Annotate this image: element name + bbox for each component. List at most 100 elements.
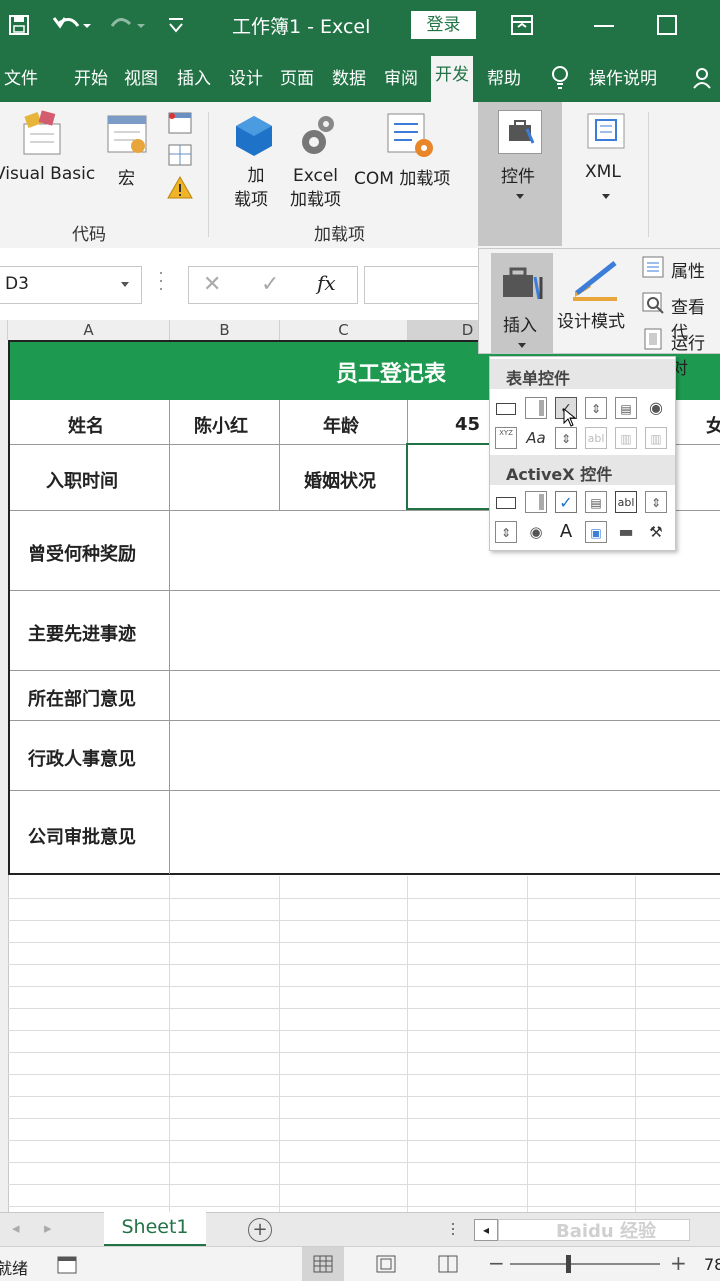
column-header-a[interactable]: A	[8, 320, 170, 340]
normal-view-button[interactable]	[302, 1247, 344, 1281]
com-addins-button[interactable]: COM 加载项	[354, 164, 450, 189]
run-dialog-button[interactable]: 运行对	[671, 329, 720, 379]
insert-control-button[interactable]: 插入	[491, 253, 553, 353]
button-control-icon[interactable]	[495, 397, 517, 419]
activex-list-box-icon[interactable]: ▤	[585, 491, 607, 513]
tab-data[interactable]: 数据	[332, 64, 366, 89]
addins-button[interactable]: 加 载项	[234, 164, 268, 212]
page-layout-icon[interactable]	[376, 1255, 396, 1273]
scroll-bar-icon[interactable]: ⇕	[555, 427, 577, 449]
marital-status-label[interactable]: 婚姻状况	[304, 467, 376, 493]
sheet-tab-sheet1[interactable]: Sheet1	[104, 1212, 206, 1247]
controls-button[interactable]: 控件	[478, 102, 562, 246]
xml-button[interactable]: XML	[585, 162, 621, 182]
more-controls-icon[interactable]: ⚒	[645, 521, 667, 543]
activex-text-box-icon[interactable]: abl	[615, 491, 637, 513]
tab-home[interactable]: 开始	[74, 64, 108, 89]
formula-input[interactable]	[364, 266, 496, 304]
tab-design[interactable]: 设计	[229, 64, 263, 89]
enter-icon[interactable]: ✓	[261, 272, 279, 297]
share-person-icon[interactable]	[692, 66, 720, 90]
deeds-label[interactable]: 主要先进事迹	[28, 620, 136, 646]
column-header-c[interactable]: C	[280, 320, 408, 340]
company-opinion-label[interactable]: 公司审批意见	[28, 823, 136, 849]
tab-file[interactable]: 文件	[4, 64, 38, 89]
save-icon[interactable]	[8, 14, 30, 36]
activex-header-text: ActiveX 控件	[506, 465, 613, 484]
minimize-icon[interactable]	[594, 25, 614, 27]
customize-icon[interactable]	[166, 16, 186, 34]
activex-combo-box-icon[interactable]	[525, 491, 547, 513]
admin-opinion-label[interactable]: 行政人事意见	[28, 745, 136, 771]
zoom-level[interactable]: 78	[704, 1255, 720, 1274]
column-header-b[interactable]: B	[170, 320, 280, 340]
macro-security-icon[interactable]	[166, 174, 194, 202]
spin-button-icon[interactable]: ⇕	[585, 397, 607, 419]
maximize-icon[interactable]	[657, 15, 677, 35]
insert-function-icon[interactable]: fx	[317, 271, 336, 295]
activex-option-button-icon[interactable]: ◉	[525, 521, 547, 543]
add-sheet-icon[interactable]: +	[248, 1218, 272, 1242]
zoom-slider-thumb[interactable]	[566, 1255, 571, 1273]
undo-icon[interactable]	[52, 12, 92, 38]
list-box-icon[interactable]: ▤	[615, 397, 637, 419]
record-macro-icon[interactable]	[166, 110, 194, 138]
login-button[interactable]: 登录	[411, 11, 476, 39]
addins-label-2: 载项	[234, 190, 268, 210]
activex-controls-header: ActiveX 控件	[490, 455, 675, 485]
scroll-right-icon[interactable]: ▸	[44, 1219, 52, 1237]
name-label[interactable]: 姓名	[68, 412, 104, 438]
combo-box-icon[interactable]	[525, 397, 547, 419]
tab-insert[interactable]: 插入	[177, 64, 211, 89]
label-control-icon[interactable]: Aa	[525, 427, 547, 449]
redo-icon[interactable]	[106, 12, 150, 38]
tab-developer[interactable]: 开发	[431, 56, 473, 102]
hire-date-label[interactable]: 入职时间	[46, 467, 118, 493]
macro-button[interactable]: 宏	[118, 164, 135, 189]
baidu-watermark: Baidu 经验	[556, 1221, 657, 1242]
zoom-out-icon[interactable]: −	[488, 1251, 505, 1275]
age-label[interactable]: 年龄	[323, 412, 359, 438]
activex-checkbox-icon[interactable]: ✓	[555, 491, 577, 513]
page-break-preview-icon[interactable]	[438, 1255, 458, 1273]
ribbon-display-icon[interactable]	[510, 14, 534, 36]
drag-handle-icon[interactable]	[160, 272, 162, 274]
splitter-handle-icon[interactable]	[452, 1223, 454, 1225]
select-all-corner[interactable]	[0, 320, 8, 340]
scroll-left-icon[interactable]: ◂	[12, 1219, 20, 1237]
macro-record-status-icon[interactable]	[56, 1255, 78, 1275]
tab-page[interactable]: 页面	[280, 64, 314, 89]
design-mode-button[interactable]: 设计模式	[557, 307, 625, 332]
name-value[interactable]: 陈小红	[194, 412, 248, 438]
tell-me-search[interactable]: 操作说明	[589, 64, 657, 89]
activex-label-icon[interactable]: A	[555, 521, 577, 543]
addins-group-label: 加载项	[314, 225, 365, 245]
properties-icon	[642, 256, 664, 278]
activex-button-icon[interactable]	[495, 491, 517, 513]
age-value[interactable]: 45	[455, 414, 480, 435]
tab-view[interactable]: 视图	[124, 64, 158, 89]
properties-button[interactable]: 属性	[671, 257, 705, 282]
gender-value[interactable]: 女	[706, 412, 720, 438]
tab-review[interactable]: 审阅	[384, 64, 418, 89]
cancel-icon[interactable]: ✕	[203, 272, 221, 297]
activex-spin-button-icon[interactable]: ⇕	[495, 521, 517, 543]
name-box[interactable]: D3	[0, 266, 142, 304]
dept-opinion-label[interactable]: 所在部门意见	[28, 685, 136, 711]
awards-label[interactable]: 曾受何种奖励	[28, 540, 136, 566]
activex-image-icon[interactable]: ▣	[585, 521, 607, 543]
zoom-slider[interactable]	[510, 1263, 660, 1265]
option-button-icon[interactable]: ◉	[645, 397, 667, 419]
visual-basic-button[interactable]: Visual Basic	[0, 164, 95, 184]
controls-panel: 插入 设计模式 属性 查看代 运行对	[478, 248, 720, 379]
zoom-in-icon[interactable]: +	[670, 1251, 687, 1275]
label-control-text: Aa	[526, 429, 546, 447]
excel-addins-button[interactable]: Excel 加载项	[290, 164, 341, 212]
tab-help[interactable]: 帮助	[487, 64, 521, 89]
hscroll-left-icon[interactable]: ◂	[474, 1219, 498, 1241]
group-box-icon[interactable]: XYZ	[495, 427, 517, 449]
controls-toolbox-icon	[509, 120, 535, 144]
activex-toggle-button-icon[interactable]: ▬	[615, 521, 637, 543]
relative-reference-icon[interactable]	[166, 142, 194, 170]
activex-scroll-bar-icon[interactable]: ⇕	[645, 491, 667, 513]
